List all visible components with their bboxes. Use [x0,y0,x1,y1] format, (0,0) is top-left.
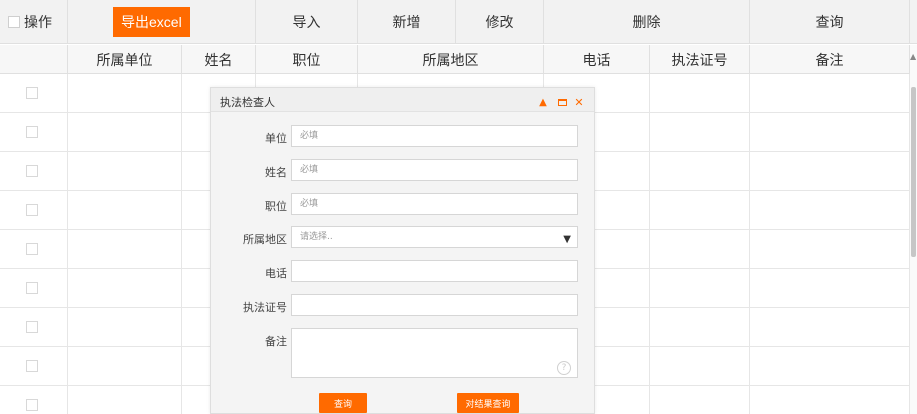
row-checkbox-cell [0,308,68,347]
label-phone: 电话 [265,267,287,280]
export-cell: 导出excel [68,0,256,44]
row-checkbox-cell [0,386,68,414]
label-unit: 单位 [265,132,287,145]
row-checkbox[interactable] [26,282,38,294]
op-label: 操作 [24,15,52,31]
add-button[interactable]: 新增 [358,0,456,44]
table-cell [68,74,182,113]
col-header-remark[interactable]: 备注 [750,45,910,74]
row-checkbox-cell [0,113,68,152]
col-header-license[interactable]: 执法证号 [650,45,750,74]
col-header-phone[interactable]: 电话 [544,45,650,74]
scrollbar-thumb[interactable] [911,87,916,257]
row-checkbox-cell [0,74,68,113]
table-cell [750,347,910,386]
import-button[interactable]: 导入 [256,0,358,44]
row-checkbox-cell [0,230,68,269]
select-all-checkbox[interactable] [8,16,20,28]
table-cell [650,230,750,269]
table-cell [750,152,910,191]
dropdown-arrow-icon[interactable]: ▼ [563,230,571,250]
dialog-query-button[interactable]: 查询 [319,393,367,413]
row-checkbox[interactable] [26,399,38,411]
header-checkbox-col [0,45,68,74]
table-cell [650,191,750,230]
label-region: 所属地区 [243,233,287,246]
table-cell [68,230,182,269]
region-select[interactable]: 请选择.. ▼ [291,226,578,248]
dialog-titlebar[interactable]: 执法检查人 ▲ ✕ [211,88,594,112]
help-icon[interactable]: ? [557,361,571,375]
table-cell [650,386,750,414]
table-cell [68,308,182,347]
row-checkbox[interactable] [26,360,38,372]
table-cell [650,74,750,113]
col-header-unit[interactable]: 所属单位 [68,45,182,74]
col-header-name[interactable]: 姓名 [182,45,256,74]
table-cell [68,347,182,386]
op-column-header[interactable]: 操作 [0,0,68,44]
col-header-region[interactable]: 所属地区 [358,45,544,74]
table-header: 所属单位 姓名 职位 所属地区 电话 执法证号 备注 [0,45,910,74]
table-cell [750,308,910,347]
unit-input[interactable]: 必填 [291,125,578,147]
table-cell [650,152,750,191]
row-checkbox-cell [0,191,68,230]
collapse-icon[interactable]: ▲ [537,96,549,108]
row-checkbox-cell [0,347,68,386]
table-cell [750,191,910,230]
table-cell [750,113,910,152]
table-cell [750,386,910,414]
scroll-up-arrow-icon[interactable]: ▲ [910,52,916,61]
table-cell [750,74,910,113]
license-input[interactable] [291,294,578,316]
dialog-title: 执法检查人 [220,96,275,109]
maximize-icon[interactable] [556,96,568,108]
query-button[interactable]: 查询 [750,0,910,44]
row-checkbox[interactable] [26,204,38,216]
row-checkbox-cell [0,269,68,308]
row-checkbox-cell [0,152,68,191]
label-license: 执法证号 [243,301,287,314]
position-input[interactable]: 必填 [291,193,578,215]
table-cell [650,113,750,152]
close-icon[interactable]: ✕ [573,96,585,109]
row-checkbox[interactable] [26,165,38,177]
label-remark: 备注 [265,335,287,348]
label-name: 姓名 [265,166,287,179]
name-input[interactable]: 必填 [291,159,578,181]
toolbar: 操作 导出excel 导入 新增 修改 删除 查询 [0,0,917,44]
table-cell [68,191,182,230]
table-cell [750,269,910,308]
result-query-button[interactable]: 对结果查询 [457,393,519,413]
remark-textarea[interactable]: ? [291,328,578,378]
row-checkbox[interactable] [26,87,38,99]
region-select-placeholder: 请选择.. [300,232,333,242]
row-checkbox[interactable] [26,243,38,255]
edit-button[interactable]: 修改 [456,0,544,44]
table-cell [650,347,750,386]
table-cell [650,308,750,347]
col-header-position[interactable]: 职位 [256,45,358,74]
row-checkbox[interactable] [26,321,38,333]
export-excel-button[interactable]: 导出excel [113,7,190,37]
table-cell [68,269,182,308]
table-cell [68,152,182,191]
inspector-dialog: 执法检查人 ▲ ✕ 单位 必填 姓名 必填 职位 必填 所属地区 请选择.. ▼… [210,87,595,414]
delete-button[interactable]: 删除 [544,0,750,44]
table-cell [650,269,750,308]
row-checkbox[interactable] [26,126,38,138]
table-cell [68,386,182,414]
table-cell [750,230,910,269]
table-cell [68,113,182,152]
label-position: 职位 [265,200,287,213]
phone-input[interactable] [291,260,578,282]
